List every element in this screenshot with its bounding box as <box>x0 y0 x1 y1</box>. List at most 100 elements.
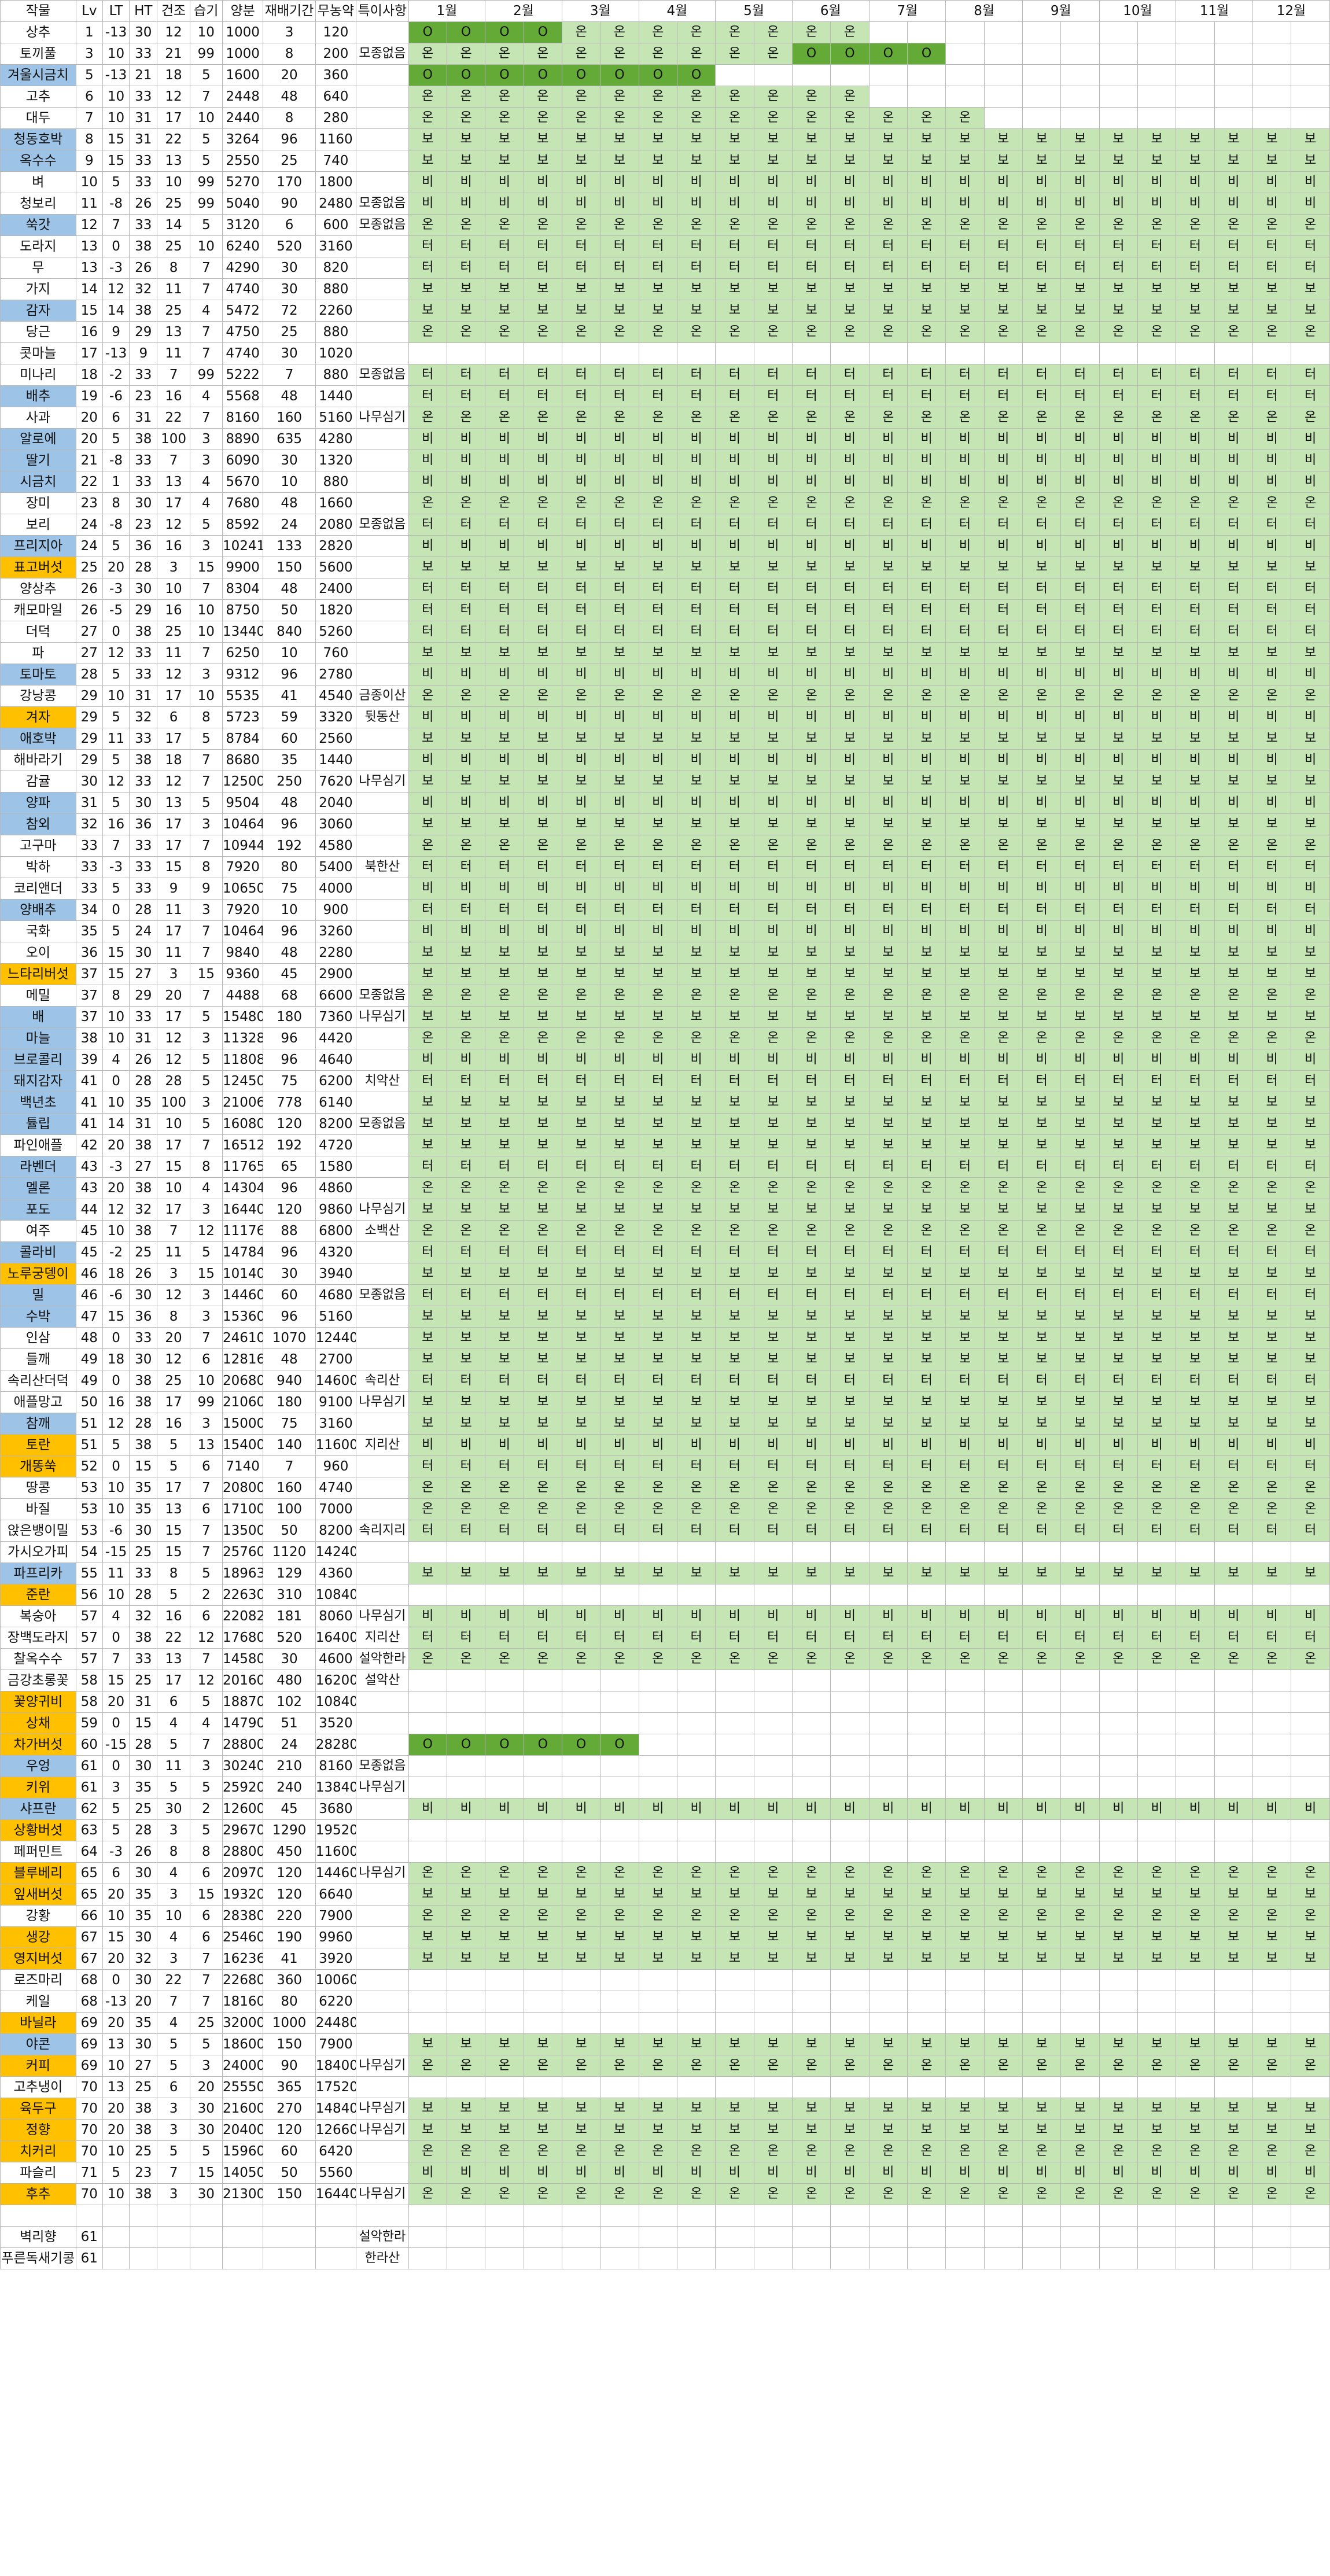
schedule-cell: 보 <box>715 278 754 300</box>
schedule-cell: 온 <box>676 107 716 129</box>
schedule-cell: 온 <box>907 1862 946 1884</box>
schedule-cell: 비 <box>561 449 601 471</box>
schedule-cell: 비 <box>868 706 908 728</box>
stat-cell: 26 <box>75 578 103 600</box>
schedule-cell <box>408 1541 447 1563</box>
schedule-cell: 보 <box>1137 813 1177 835</box>
schedule-cell: 터 <box>907 364 946 386</box>
stat-cell: -15 <box>102 1541 130 1563</box>
schedule-cell: 온 <box>830 2055 870 2077</box>
schedule-cell <box>485 1777 524 1799</box>
schedule-cell: 터 <box>830 599 870 621</box>
stat-cell: 4860 <box>315 1177 357 1199</box>
schedule-cell: 보 <box>485 278 524 300</box>
schedule-cell: 비 <box>523 1605 562 1627</box>
schedule-cell <box>485 1541 524 1563</box>
schedule-cell <box>715 1755 754 1777</box>
schedule-cell: 보 <box>1176 1562 1215 1584</box>
table-row: 시금치 22 1 33 13 4 5670 10 880 비 비 비 비 비 비 비 비 비 비 비 비 비 비 비 비 비 비 비 비… <box>0 471 1330 493</box>
schedule-cell: 보 <box>1214 771 1253 793</box>
schedule-cell: 터 <box>676 235 716 257</box>
schedule-cell: 보 <box>485 2033 524 2055</box>
schedule-cell: 온 <box>945 2183 985 2205</box>
schedule-cell: 비 <box>1214 1434 1253 1456</box>
schedule-cell: 터 <box>1291 1070 1330 1092</box>
schedule-cell: 비 <box>907 920 946 942</box>
stat-cell: 7 <box>189 321 223 343</box>
schedule-cell: 터 <box>1099 385 1138 407</box>
schedule-cell: 터 <box>1291 621 1330 643</box>
schedule-cell: 터 <box>600 1070 639 1092</box>
schedule-cell: 온 <box>485 86 524 108</box>
note-cell <box>356 963 409 985</box>
schedule-cell: 보 <box>561 2033 601 2055</box>
schedule-cell: 온 <box>983 1477 1023 1499</box>
schedule-cell: 터 <box>676 621 716 643</box>
schedule-cell <box>676 1819 716 1841</box>
schedule-cell: 보 <box>1099 1327 1138 1349</box>
schedule-cell: 보 <box>676 963 716 985</box>
table-row: 가시오가피 54 -15 25 15 7 25760 1120 14240 <box>0 1541 1330 1563</box>
schedule-cell: 보 <box>1176 300 1215 322</box>
schedule-cell: 보 <box>715 1263 754 1285</box>
stat-cell: 50 <box>263 2162 316 2184</box>
schedule-cell <box>753 1584 793 1606</box>
stat-cell: 13840 <box>315 1777 357 1799</box>
schedule-cell: 보 <box>638 1926 677 1948</box>
schedule-cell: 온 <box>485 1177 524 1199</box>
schedule-cell: 비 <box>600 535 639 557</box>
schedule-cell: 터 <box>561 899 601 921</box>
schedule-cell: 비 <box>791 171 831 193</box>
schedule-cell: 보 <box>830 771 870 793</box>
stat-cell: 21 <box>157 43 190 65</box>
schedule-cell <box>1214 1777 1253 1799</box>
note-cell <box>356 1498 409 1520</box>
schedule-cell: 온 <box>1176 321 1215 343</box>
schedule-cell: 비 <box>907 471 946 493</box>
stat-cell: 9 <box>129 342 158 364</box>
schedule-cell: 비 <box>945 449 985 471</box>
schedule-cell <box>868 1670 908 1691</box>
stat-cell: 3 <box>157 2183 190 2205</box>
schedule-cell <box>408 1670 447 1691</box>
schedule-cell <box>983 1734 1023 1756</box>
header-cell: 습기 <box>189 0 223 22</box>
schedule-cell <box>408 1841 447 1863</box>
crop-name: 금강초롱꽃 <box>0 1670 76 1691</box>
schedule-cell: 보 <box>1099 1263 1138 1285</box>
stat-cell: 4 <box>157 2012 190 2034</box>
schedule-cell <box>1022 1541 1062 1563</box>
stat-cell: 53 <box>75 1498 103 1520</box>
schedule-cell: 비 <box>1214 1605 1253 1627</box>
stat-cell: 5 <box>157 1434 190 1456</box>
schedule-cell <box>791 1991 831 2013</box>
schedule-cell: 보 <box>1137 128 1177 150</box>
schedule-cell: 보 <box>485 150 524 172</box>
schedule-cell: 터 <box>676 856 716 878</box>
stat-cell: 69 <box>75 2033 103 2055</box>
schedule-cell: 터 <box>1214 578 1253 600</box>
schedule-cell: 보 <box>830 1413 870 1435</box>
schedule-cell: 보 <box>1137 1884 1177 1906</box>
stat-cell: 8 <box>157 1306 190 1328</box>
schedule-cell: 비 <box>600 449 639 471</box>
crop-name: 양상추 <box>0 578 76 600</box>
schedule-cell <box>907 2226 946 2248</box>
stat-cell: 28 <box>129 1819 158 1841</box>
schedule-cell: 온 <box>945 1862 985 1884</box>
schedule-cell: 보 <box>753 300 793 322</box>
note-cell <box>356 1562 409 1584</box>
schedule-cell: 온 <box>945 835 985 857</box>
schedule-cell: 온 <box>1137 2055 1177 2077</box>
schedule-cell: 보 <box>561 1306 601 1328</box>
schedule-cell: 온 <box>983 1027 1023 1049</box>
schedule-cell: 비 <box>1176 878 1215 900</box>
schedule-cell: 비 <box>868 1605 908 1627</box>
schedule-cell <box>1137 1819 1177 1841</box>
schedule-cell: 보 <box>753 1884 793 1906</box>
schedule-cell: 보 <box>1137 300 1177 322</box>
schedule-cell: 비 <box>830 1798 870 1820</box>
stat-cell: 1000 <box>263 2012 316 2034</box>
schedule-cell: 보 <box>408 1391 447 1413</box>
schedule-cell: 터 <box>1022 1284 1062 1306</box>
